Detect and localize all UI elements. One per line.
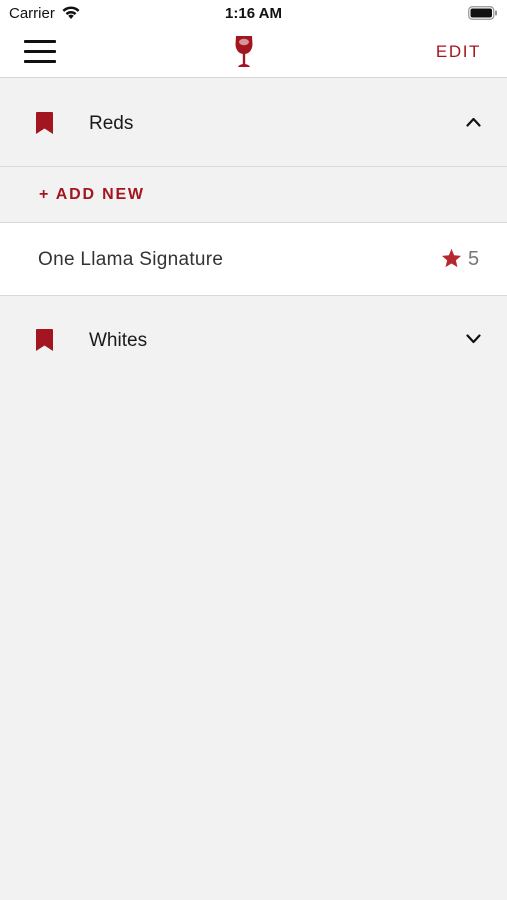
status-bar: Carrier 1:16 AM: [0, 0, 507, 28]
hamburger-menu-icon[interactable]: [24, 40, 56, 64]
navigation-bar: EDIT: [0, 28, 507, 78]
add-new-row: + ADD NEW: [0, 168, 507, 223]
star-icon: [441, 248, 462, 268]
chevron-up-icon[interactable]: [466, 117, 481, 127]
wine-rating: 5: [468, 248, 480, 270]
bookmark-icon: [36, 112, 53, 134]
wine-list-item[interactable]: One Llama Signature 5: [0, 223, 507, 296]
wine-glass-icon: [235, 36, 253, 67]
bookmark-icon: [36, 329, 53, 351]
wine-name: One Llama Signature: [38, 249, 224, 270]
group-header-whites[interactable]: Whites: [0, 296, 507, 384]
battery-icon: [468, 6, 497, 20]
status-time: 1:16 AM: [225, 5, 282, 22]
chevron-down-icon[interactable]: [466, 334, 481, 344]
edit-button[interactable]: EDIT: [436, 42, 481, 62]
group-label: Reds: [89, 113, 134, 134]
group-label: Whites: [89, 330, 148, 351]
add-new-button[interactable]: + ADD NEW: [39, 186, 145, 204]
group-header-reds[interactable]: Reds: [0, 79, 507, 167]
